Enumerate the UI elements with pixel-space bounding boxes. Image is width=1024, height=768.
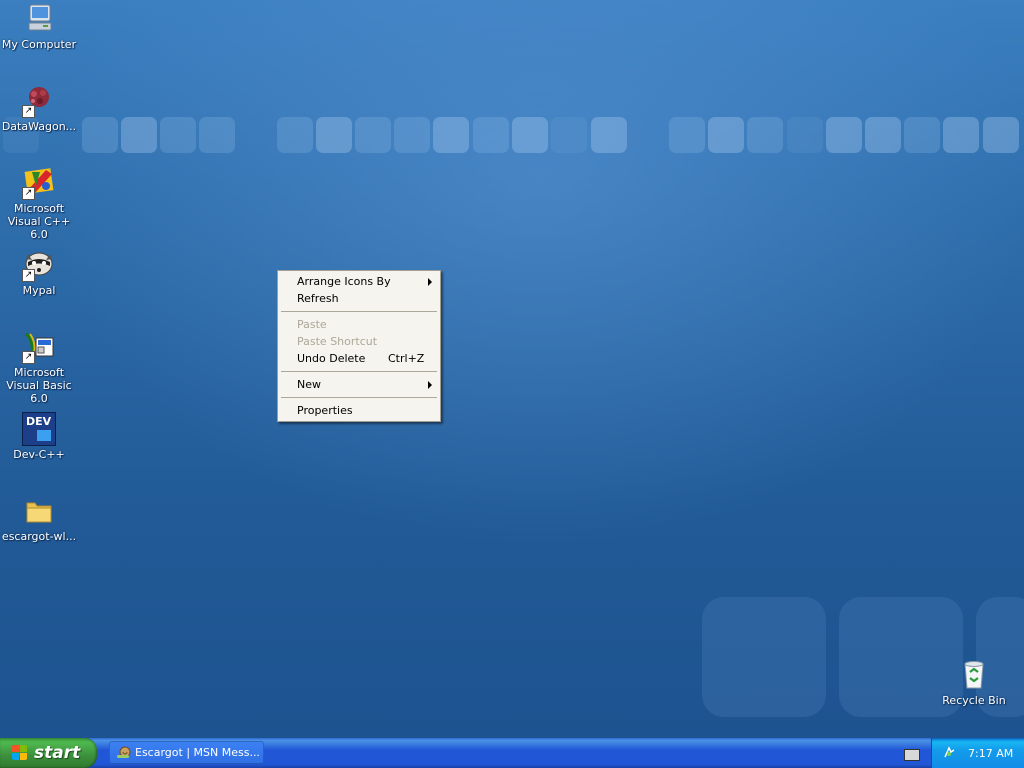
desktop[interactable]: My Computer ↗ DataWagon... ↗ Microsoft V… — [0, 0, 1024, 738]
desktop-icon-escargot-folder[interactable]: escargot-wl... — [0, 494, 78, 543]
menu-separator — [281, 371, 437, 372]
submenu-arrow-icon — [428, 381, 432, 389]
menu-item-label: New — [297, 378, 321, 391]
visual-cpp-icon: ↗ — [22, 166, 56, 200]
menu-item-label: Paste — [297, 318, 327, 331]
escargot-icon — [117, 746, 131, 759]
desktop-icon-label: Mypal — [22, 284, 56, 297]
desktop-icon-label: Microsoft Visual C++ 6.0 — [7, 202, 71, 241]
shortcut-arrow-icon: ↗ — [22, 105, 35, 118]
menu-item-properties[interactable]: Properties — [280, 402, 438, 419]
menu-item-label: Arrange Icons By — [297, 275, 391, 288]
desktop-icon-label: Dev-C++ — [13, 448, 65, 461]
desktop-icon-my-computer[interactable]: My Computer — [0, 2, 78, 51]
desktop-icon-mypal[interactable]: ↗ Mypal — [0, 248, 78, 297]
my-computer-icon — [22, 2, 56, 36]
shortcut-arrow-icon: ↗ — [22, 269, 35, 282]
desktop-context-menu: Arrange Icons By Refresh Paste Paste Sho… — [277, 270, 441, 422]
menu-item-new[interactable]: New — [280, 376, 438, 393]
desktop-icon-dev-cpp[interactable]: DEV Dev-C++ — [0, 412, 78, 461]
taskbar-button-escargot[interactable]: Escargot | MSN Mess... — [109, 741, 264, 764]
desktop-icon-label: Microsoft Visual Basic 6.0 — [6, 366, 72, 405]
menu-item-label: Properties — [297, 404, 353, 417]
desktop-icon-label: DataWagon... — [1, 120, 77, 133]
submenu-arrow-icon — [428, 278, 432, 286]
start-label: start — [34, 743, 81, 763]
menu-separator — [281, 311, 437, 312]
menu-item-label: Undo Delete — [297, 352, 366, 365]
network-icon[interactable] — [943, 746, 956, 759]
menu-item-label: Refresh — [297, 292, 339, 305]
menu-item-label: Paste Shortcut — [297, 335, 378, 348]
menu-item-paste-shortcut[interactable]: Paste Shortcut — [280, 333, 438, 350]
datawagon-icon: ↗ — [22, 84, 56, 118]
wallpaper-tiles — [0, 117, 1024, 153]
dev-icon-block — [37, 430, 51, 441]
shortcut-arrow-icon: ↗ — [22, 351, 35, 364]
desktop-icon-recycle-bin[interactable]: Recycle Bin — [935, 658, 1013, 707]
menu-item-arrange-icons-by[interactable]: Arrange Icons By — [280, 273, 438, 290]
recycle-bin-icon — [957, 658, 991, 692]
dev-icon-text: DEV — [26, 415, 52, 428]
menu-item-shortcut: Ctrl+Z — [388, 352, 425, 365]
menu-item-paste[interactable]: Paste — [280, 316, 438, 333]
folder-icon — [22, 494, 56, 528]
windows-logo-icon — [12, 745, 28, 761]
mypal-icon: ↗ — [22, 248, 56, 282]
wallpaper-tile — [702, 597, 826, 717]
desktop-icon-label: escargot-wl... — [1, 530, 77, 543]
dev-cpp-icon: DEV — [22, 412, 56, 446]
desktop-icon-label: Recycle Bin — [942, 694, 1006, 707]
taskbar: start Escargot | MSN Mess... 7:17 AM — [0, 738, 1024, 768]
menu-separator — [281, 397, 437, 398]
desktop-icon-visual-cpp[interactable]: ↗ Microsoft Visual C++ 6.0 — [0, 166, 78, 241]
taskbar-button-label: Escargot | MSN Mess... — [135, 746, 260, 759]
menu-item-refresh[interactable]: Refresh — [280, 290, 438, 307]
keyboard-icon[interactable] — [904, 749, 920, 761]
clock[interactable]: 7:17 AM — [968, 747, 1013, 760]
start-button[interactable]: start — [0, 738, 97, 768]
system-tray: 7:17 AM — [931, 738, 1024, 768]
menu-item-undo-delete[interactable]: Undo Delete Ctrl+Z — [280, 350, 438, 367]
desktop-icon-label: My Computer — [1, 38, 77, 51]
shortcut-arrow-icon: ↗ — [22, 187, 35, 200]
desktop-icon-datawagon[interactable]: ↗ DataWagon... — [0, 84, 78, 133]
desktop-icon-visual-basic[interactable]: ↗ Microsoft Visual Basic 6.0 — [0, 330, 78, 405]
visual-basic-icon: ↗ — [22, 330, 56, 364]
